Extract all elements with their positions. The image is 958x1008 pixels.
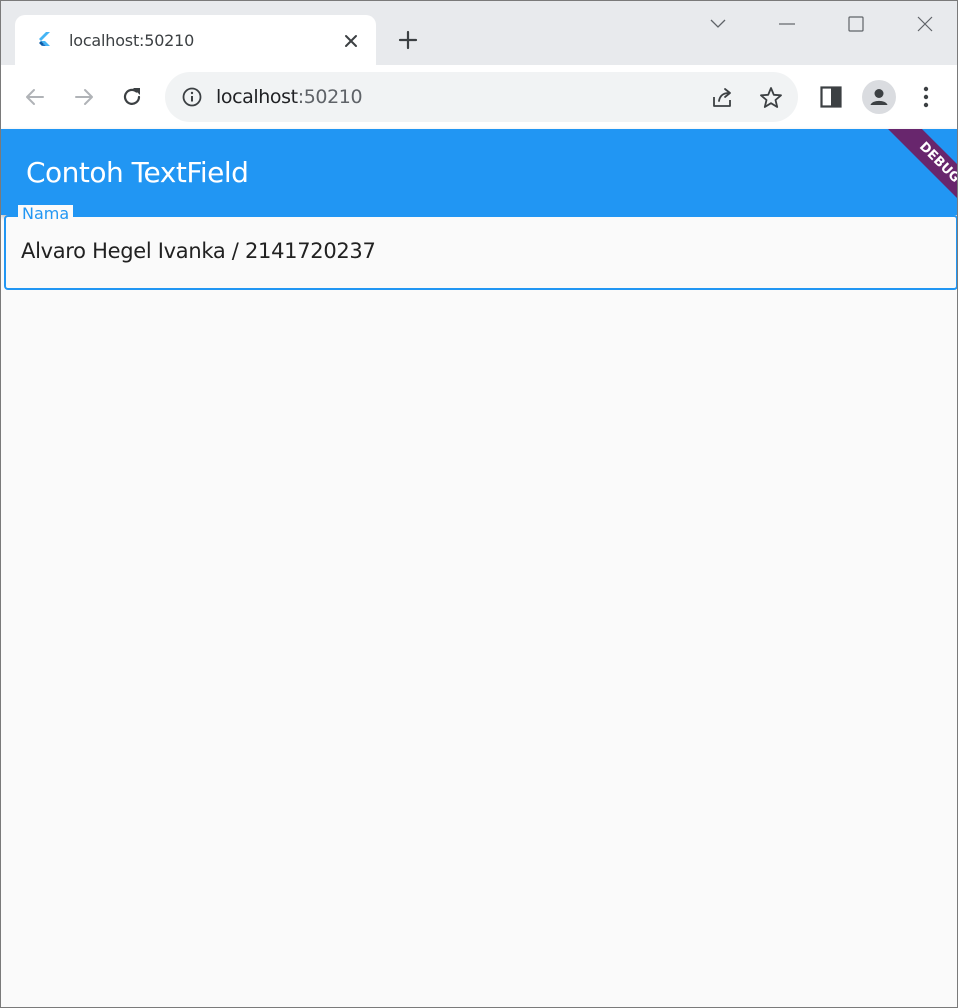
kebab-menu-icon[interactable]	[913, 84, 939, 110]
close-icon[interactable]	[341, 31, 361, 51]
info-icon[interactable]	[181, 86, 203, 108]
tab-title: localhost:50210	[69, 31, 195, 50]
tab-localhost[interactable]: localhost:50210	[15, 15, 376, 67]
side-panel-icon[interactable]	[818, 84, 844, 110]
flutter-logo-icon	[39, 32, 50, 46]
plus-icon[interactable]	[396, 28, 420, 52]
arrow-right-icon[interactable]	[71, 84, 97, 110]
field-label: Nama	[18, 205, 74, 225]
profile-button[interactable]	[862, 80, 896, 114]
url-host: localhost	[216, 86, 298, 108]
maximize-icon[interactable]	[845, 13, 867, 35]
app-bar: Contoh TextField DEBUG	[1, 129, 957, 215]
address-bar[interactable]: localhost:50210	[165, 72, 798, 122]
reload-icon[interactable]	[119, 84, 145, 110]
field-value[interactable]: Alvaro Hegel Ivanka / 2141720237	[21, 239, 376, 263]
chevron-down-icon[interactable]	[707, 13, 729, 35]
page-title: Contoh TextField	[26, 156, 249, 189]
field-label-container: Nama	[18, 205, 74, 225]
close-icon[interactable]	[914, 13, 936, 35]
profile-icon	[870, 89, 888, 105]
star-icon[interactable]	[758, 85, 784, 111]
share-icon[interactable]	[710, 85, 736, 111]
browser-window: localhost:50210 localhost:50210 Contoh T…	[0, 0, 958, 1008]
url-port: :50210	[297, 86, 363, 108]
minimize-icon[interactable]	[776, 13, 798, 35]
debug-banner: DEBUG	[881, 129, 957, 215]
arrow-left-icon[interactable]	[22, 84, 48, 110]
browser-toolbar: localhost:50210	[1, 65, 957, 129]
url-text[interactable]: localhost:50210	[216, 86, 363, 108]
tab-strip: localhost:50210	[1, 1, 957, 67]
name-text-field[interactable]: Nama Alvaro Hegel Ivanka / 2141720237	[4, 205, 957, 290]
